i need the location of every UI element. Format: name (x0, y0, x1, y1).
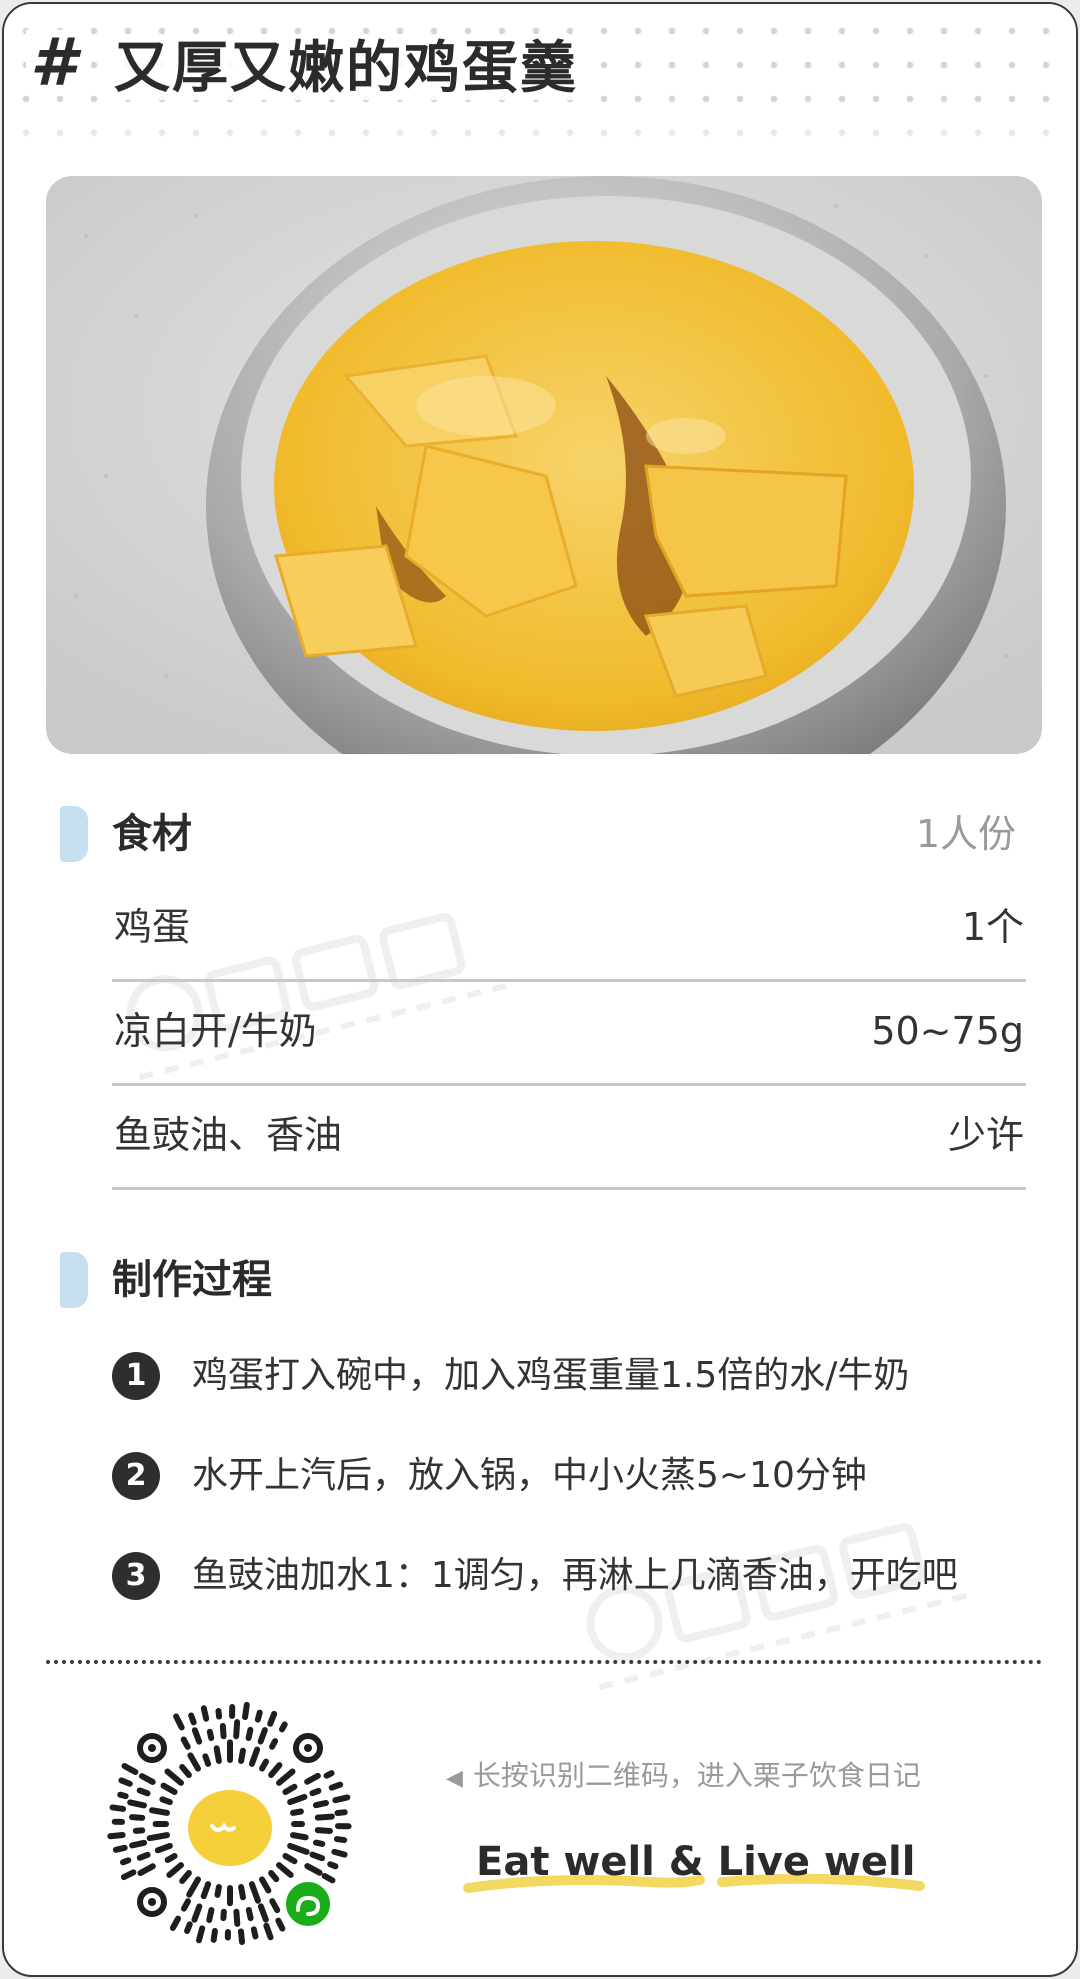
page-title: 又厚又嫩的鸡蛋羹 (108, 38, 584, 100)
ingredient-amount: 少许 (947, 1113, 1024, 1157)
ingredient-name: 鸡蛋 (114, 905, 191, 949)
ingredient-amount: 50~75g (871, 1009, 1024, 1053)
qr-hint: ◀ 长按识别二维码，进入栗子饮食日记 (446, 1756, 921, 1799)
step-item: 2 水开上汽后，放入锅，中小火蒸5~10分钟 (112, 1446, 1052, 1506)
ingredient-row: 凉白开/牛奶 50~75g (112, 984, 1026, 1086)
step-text: 鱼豉油加水1：1调匀，再淋上几滴香油，开吃吧 (192, 1555, 958, 1596)
ingredient-row: 鸡蛋 1个 (112, 880, 1026, 982)
ingredient-name: 凉白开/牛奶 (114, 1009, 317, 1053)
step-item: 1 鸡蛋打入碗中，加入鸡蛋重量1.5倍的水/牛奶 (112, 1346, 1052, 1406)
dotted-divider (46, 1660, 1042, 1664)
step-number-badge: 3 (112, 1552, 160, 1600)
step-number-badge: 2 (112, 1452, 160, 1500)
step-text: 水开上汽后，放入锅，中小火蒸5~10分钟 (192, 1455, 867, 1496)
ingredient-amount: 1个 (961, 905, 1024, 949)
mini-program-qr-code[interactable] (102, 1696, 358, 1952)
ingredient-row: 鱼豉油、香油 少许 (112, 1088, 1026, 1190)
step-text: 鸡蛋打入碗中，加入鸡蛋重量1.5倍的水/牛奶 (192, 1355, 910, 1396)
servings-label: 1人份 (915, 812, 1016, 856)
hash-icon: # (26, 30, 80, 96)
recipe-card: # 又厚又嫩的鸡蛋羹 食材 1人份 鸡蛋 1个 凉白开/牛奶 50~75g 鱼豉… (2, 2, 1078, 1977)
qr-hint-text: 长按识别二维码，进入栗子饮食日记 (472, 1759, 921, 1792)
step-item: 3 鱼豉油加水1：1调匀，再淋上几滴香油，开吃吧 (112, 1546, 1052, 1606)
left-triangle-icon: ◀ (446, 1766, 463, 1791)
section-marker (60, 806, 88, 862)
dish-photo (46, 176, 1042, 754)
steps-title: 制作过程 (112, 1257, 272, 1303)
step-number-badge: 1 (112, 1352, 160, 1400)
ingredients-title: 食材 (112, 811, 192, 857)
ingredient-name: 鱼豉油、香油 (114, 1113, 343, 1157)
section-marker (60, 1252, 88, 1308)
slogan: Eat well & Live well (476, 1839, 916, 1885)
